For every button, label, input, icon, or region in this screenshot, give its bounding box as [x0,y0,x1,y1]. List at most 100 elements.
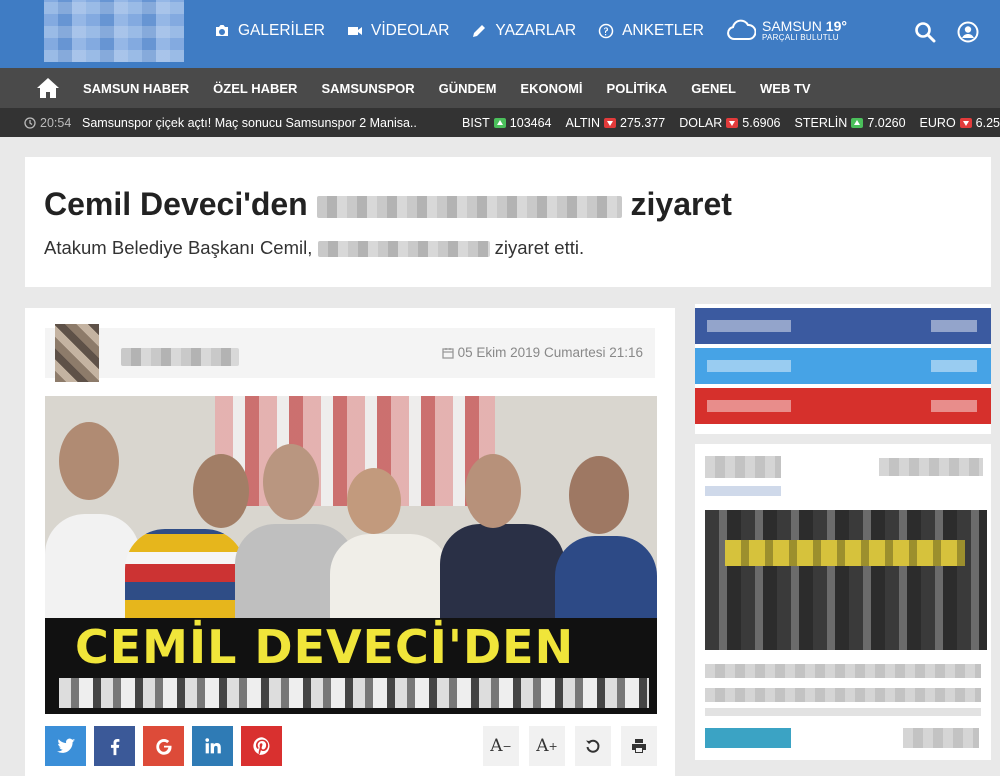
redacted-text [317,241,490,258]
camera-icon [216,25,228,36]
category-ozel-haber[interactable]: ÖZEL HABER [213,81,297,96]
linkedin-icon [204,738,221,754]
market-euro-value: 6.2504 [975,116,1000,130]
market-bist-value: 103464 [509,116,552,130]
category-web-tv[interactable]: WEB TV [760,81,811,96]
market-altin: ALTIN 275.377 [566,116,666,130]
article-title-start: Cemil Deveci'den [44,186,308,222]
arrow-down-icon [604,118,617,128]
article-summary: Atakum Belediye Başkanı Cemil, ziyaret e… [44,237,584,259]
category-samsun-haber[interactable]: SAMSUN HABER [83,81,189,96]
author-avatar[interactable] [55,324,99,382]
article-header: Cemil Deveci'den ziyaret Atakum Belediye… [25,157,991,287]
market-dolar-name: DOLAR [679,116,723,130]
category-nav: SAMSUN HABER ÖZEL HABER SAMSUNSPOR GÜNDE… [0,68,1000,108]
widget-text-line [903,728,979,748]
redacted-text [59,678,649,708]
weather-widget[interactable]: SAMSUN 19° PARÇALI BULUTLU [726,18,847,42]
author-name[interactable] [121,348,239,366]
category-samsunspor[interactable]: SAMSUNSPOR [321,81,414,96]
google-share-button[interactable] [143,726,184,766]
nav-authors-label: YAZARLAR [495,22,577,39]
twitter-follow-bar[interactable] [695,348,991,384]
author-bar: 05 Ekim 2019 Cumartesi 21:16 [45,324,655,382]
market-altin-value: 275.377 [620,116,666,130]
news-ticker: 20:54 Samsunspor çiçek açtı! Maç sonucu … [0,108,1000,137]
facebook-icon [110,739,119,756]
person-head [59,422,119,500]
nav-videos-label: VİDEOLAR [371,22,450,39]
image-caption-redacted [45,672,657,714]
widget-image[interactable] [705,510,987,650]
nav-galleries[interactable]: GALERİLER [214,22,325,40]
person-head [263,444,319,520]
sidebar-widget [695,444,991,760]
share-buttons [45,726,282,766]
reset-icon [586,739,600,753]
pinterest-icon [252,737,269,755]
arrow-down-icon [726,118,739,128]
category-genel[interactable]: GENEL [691,81,736,96]
home-icon[interactable] [36,77,60,99]
arrow-down-icon [959,118,972,128]
widget-title [705,456,781,478]
linkedin-share-button[interactable] [192,726,233,766]
reset-button[interactable] [575,726,611,766]
image-caption: CEMİL DEVECİ'DEN [45,618,657,676]
person-head [465,454,521,528]
ticker-headline[interactable]: Samsunspor çiçek açtı! Maç sonucu Samsun… [82,116,418,130]
calendar-icon [441,347,454,359]
facebook-follow-bar[interactable] [695,308,991,344]
top-nav: GALERİLER VİDEOLAR YAZARLAR ANKETLER [214,22,704,40]
twitter-icon [56,738,75,753]
category-gundem[interactable]: GÜNDEM [439,81,497,96]
twitter-share-button[interactable] [45,726,86,766]
print-icon [632,739,646,753]
user-account-icon[interactable] [957,21,979,43]
publish-date-value: 05 Ekim 2019 Cumartesi 21:16 [457,345,643,360]
nav-videos[interactable]: VİDEOLAR [347,22,449,40]
pinterest-share-button[interactable] [241,726,282,766]
search-icon[interactable] [914,21,936,43]
print-button[interactable] [621,726,657,766]
question-icon [598,23,614,39]
youtube-follow-bar[interactable] [695,388,991,424]
widget-text-line [705,688,981,702]
widget-subtitle [705,486,781,496]
market-rates: BIST 103464 ALTIN 275.377 DOLAR 5.6906 STER… [462,116,1000,130]
clock-icon [24,117,36,129]
nav-authors[interactable]: YAZARLAR [471,22,576,40]
reading-tools: A − A + [483,726,657,766]
widget-text-line [705,664,981,678]
market-sterlin: STERLİN 7.0260 [795,116,906,130]
font-increase-button[interactable]: A + [529,726,565,766]
social-follow-box [695,304,991,434]
article-image[interactable]: CEMİL DEVECİ'DEN [45,396,657,714]
publish-date: 05 Ekim 2019 Cumartesi 21:16 [441,345,643,360]
market-dolar: DOLAR 5.6906 [679,116,780,130]
category-politika[interactable]: POLİTİKA [607,81,668,96]
arrow-up-icon [493,118,506,128]
redacted-text [316,195,622,218]
video-icon [348,27,363,35]
facebook-share-button[interactable] [94,726,135,766]
person-head [569,456,629,534]
widget-link[interactable] [879,458,983,476]
article-title: Cemil Deveci'den ziyaret [44,186,732,223]
ticker-time-value: 20:54 [40,116,72,130]
arrow-up-icon [851,118,864,128]
nav-polls[interactable]: ANKETLER [598,22,704,40]
market-euro-name: EURO [919,116,956,130]
market-dolar-value: 5.6906 [742,116,781,130]
category-ekonomi[interactable]: EKONOMİ [520,81,582,96]
site-logo[interactable] [44,0,184,62]
article-summary-start: Atakum Belediye Başkanı Cemil, [44,237,313,258]
font-decrease-button[interactable]: A − [483,726,519,766]
article-summary-end: ziyaret etti. [494,237,585,258]
market-sterlin-name: STERLİN [794,116,848,130]
weather-city: SAMSUN [762,17,822,34]
weather-city-temp: SAMSUN 19° [762,19,847,33]
widget-button[interactable] [705,728,791,748]
person-head [193,454,249,528]
market-bist-name: BIST [462,116,490,130]
